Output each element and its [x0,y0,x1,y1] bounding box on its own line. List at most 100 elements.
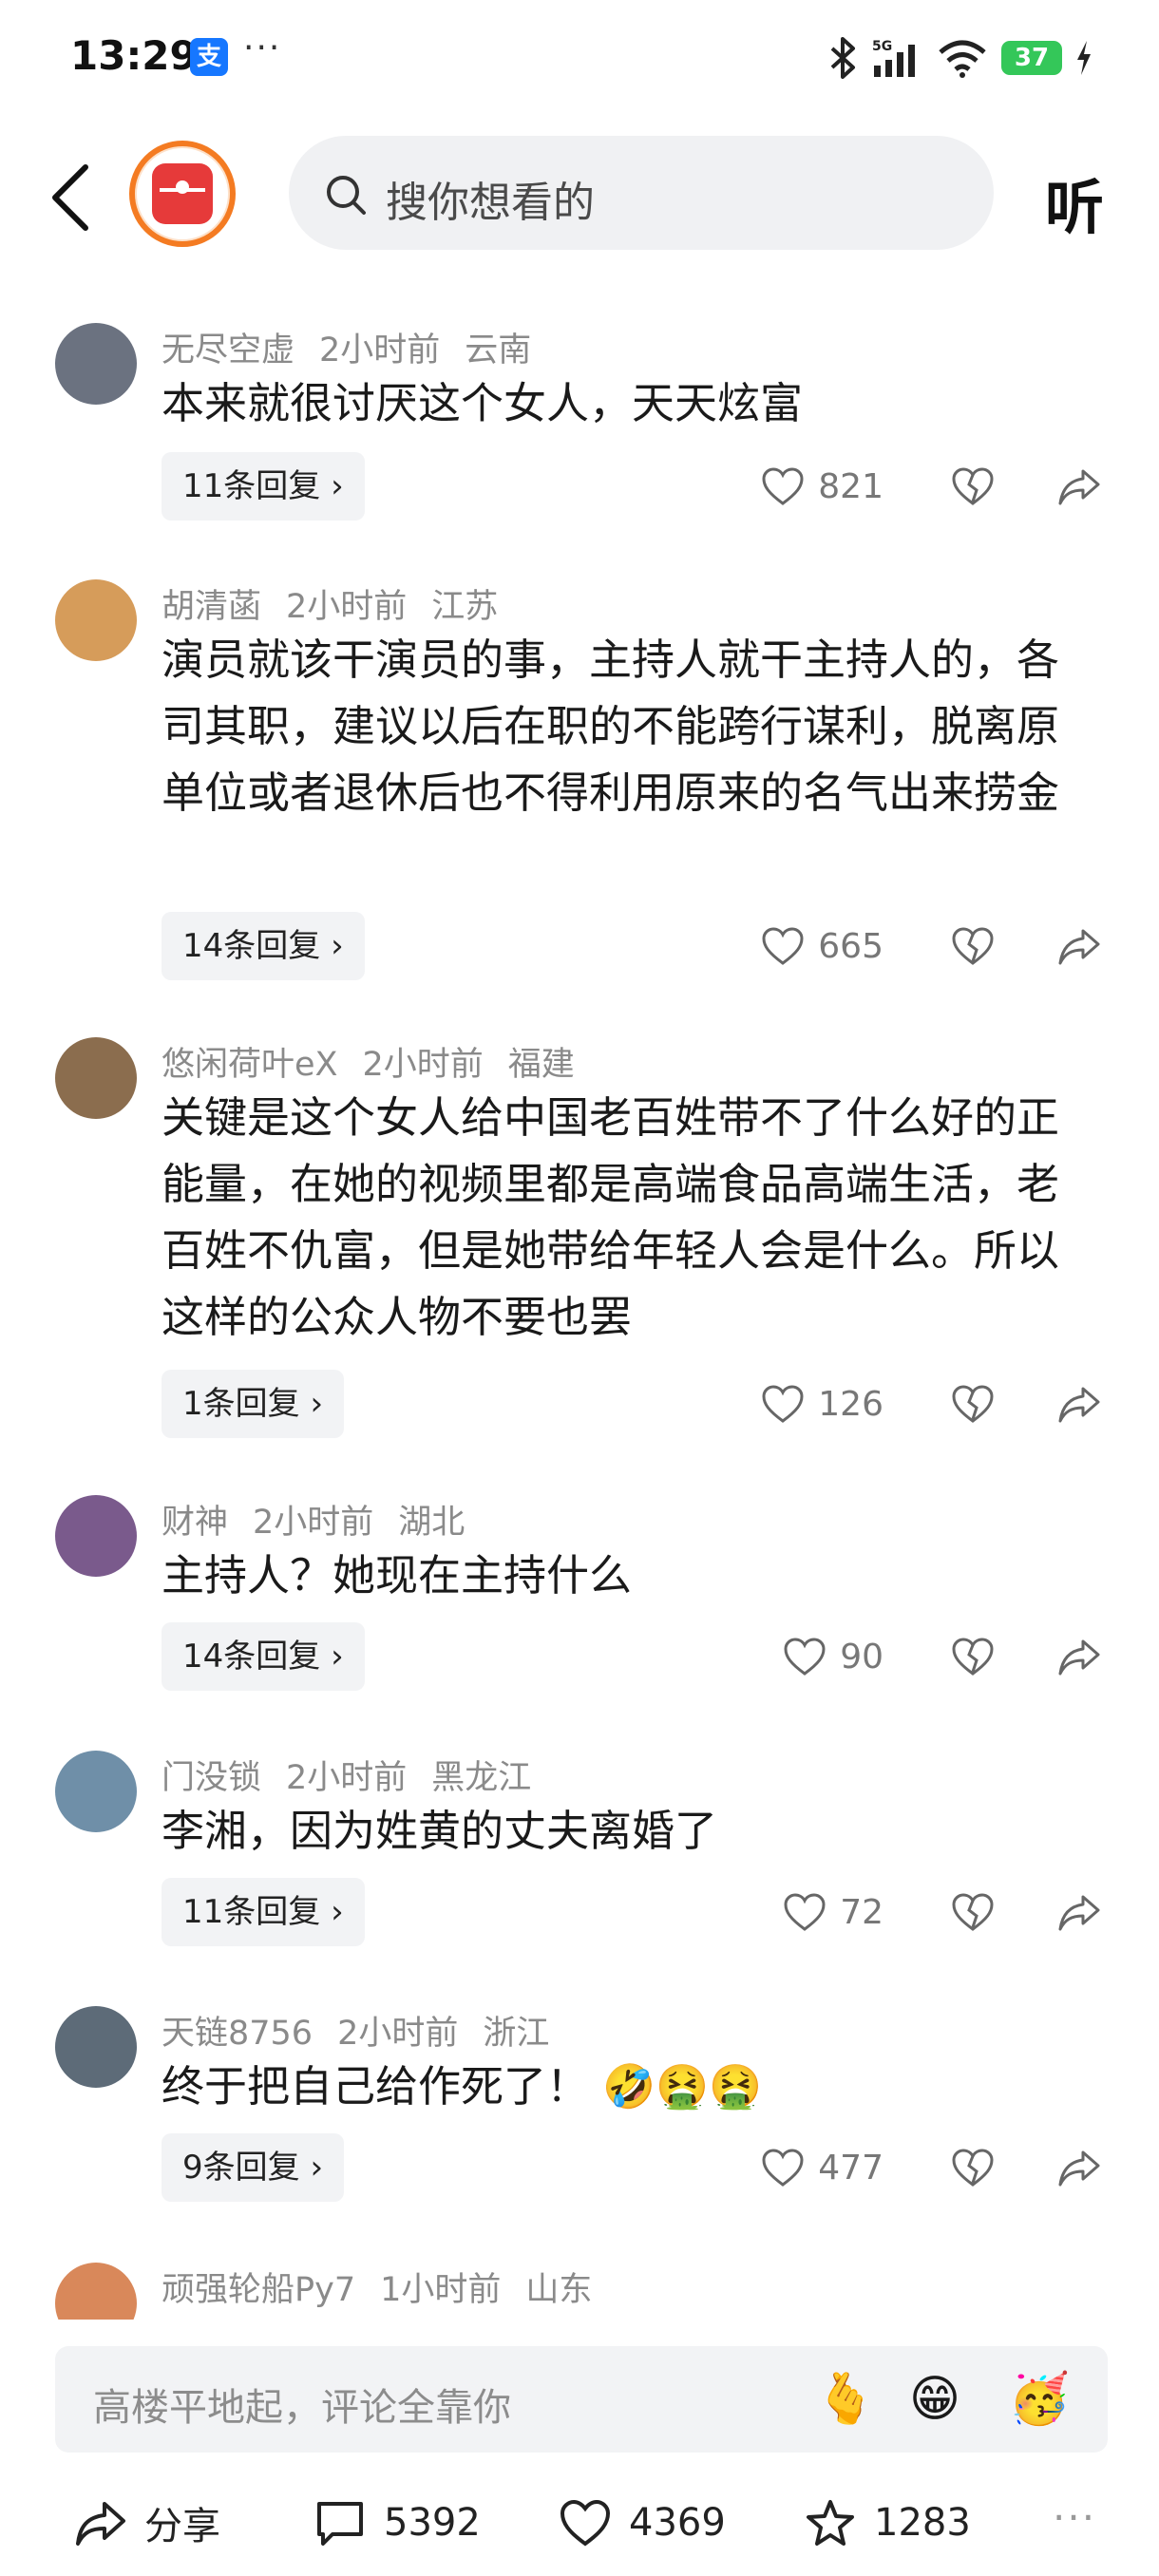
comment-actions: 821 [0,452,1159,521]
dislike-heart-icon[interactable] [950,923,996,969]
status-time: 13:29 [70,32,198,79]
comment-input[interactable]: 高楼平地起，评论全靠你 🫰 😁 🥳 [55,2346,1108,2453]
share-icon[interactable] [1056,1381,1102,1427]
comment-meta: 悠闲荷叶eX 2小时前 福建 [162,1037,599,1086]
comment-time: 2小时前 [319,331,441,369]
comment-meta: 门没锁 2小时前 黑龙江 [162,1751,556,1799]
share-icon [76,2502,125,2546]
comment-text: 关键是这个女人给中国老百姓带不了什么好的正能量，在她的视频里都是高端食品高端生活… [162,1092,1060,1342]
comment-count: 5392 [384,2501,481,2545]
comment-location: 湖北 [398,1504,466,1542]
like-button[interactable]: 821 [761,452,884,521]
comment-emojis: 🤣🤮🤮 [602,2061,763,2112]
comment-username[interactable]: 财神 [162,1504,228,1542]
like-button[interactable]: 90 [783,1622,884,1691]
share-icon[interactable] [1056,923,1102,969]
comment-text: 主持人？她现在主持什么 [162,1550,633,1601]
status-icons: 5G 37 [828,34,1092,82]
favorite-count: 1283 [874,2501,971,2545]
like-button[interactable]: 665 [761,912,884,980]
avatar[interactable] [55,2006,137,2088]
like-count: 4369 [629,2501,726,2545]
emoji-heart-hand-button[interactable]: 🫰 [813,2367,878,2432]
comment-location: 黑龙江 [431,1759,532,1797]
comment-text: 终于把自己给作死了！ 🤣🤮🤮 [162,2054,1083,2120]
like-count: 477 [818,2148,884,2188]
like-button[interactable]: 72 [783,1878,884,1946]
comments-button[interactable]: 5392 [314,2494,481,2551]
comment-meta: 天链8756 2小时前 浙江 [162,2006,574,2055]
svg-text:5G: 5G [872,39,892,54]
more-options-icon[interactable]: ··· [1053,2494,1096,2541]
dislike-heart-icon[interactable] [950,1889,996,1935]
avatar[interactable] [55,323,137,405]
comment-username[interactable]: 悠闲荷叶eX [162,1046,338,1084]
heart-icon [762,467,804,505]
listen-button[interactable]: 听 [1045,160,1104,245]
wifi-icon [937,37,988,79]
like-count: 665 [818,926,884,966]
heart-icon [762,927,804,965]
comment-time: 2小时前 [286,588,408,626]
comment-text: 演员就该干演员的事，主持人就干主持人的，各司其职，建议以后在职的不能跨行谋利，脱… [162,635,1060,818]
dislike-heart-icon[interactable] [950,1381,996,1427]
comment-username[interactable]: 胡清菡 [162,588,261,626]
share-button[interactable]: 分享 [74,2494,220,2551]
heart-icon [762,1385,804,1423]
like-button[interactable]: 126 [761,1370,884,1438]
avatar[interactable] [55,1495,137,1577]
status-bar: 13:29 支 ··· 5G 37 [0,0,1159,114]
battery-indicator: 37 [1001,41,1062,75]
heart-icon [784,1638,826,1676]
heart-icon [560,2499,611,2547]
star-icon [807,2500,854,2546]
comment-time: 2小时前 [362,1046,484,1084]
bottom-action-bar: 分享 5392 4369 1283 ··· [0,2470,1159,2576]
share-icon[interactable] [1056,1634,1102,1679]
dislike-heart-icon[interactable] [950,2145,996,2190]
like-button[interactable]: 477 [761,2133,884,2202]
comment-username[interactable]: 门没锁 [162,1759,261,1797]
like-count: 126 [818,1384,884,1424]
comment-icon [317,2502,363,2546]
search-input[interactable]: 搜你想看的 [289,136,994,250]
comment-location: 福建 [507,1046,575,1084]
avatar[interactable] [55,1751,137,1832]
app-logo-icon[interactable] [129,141,236,247]
avatar[interactable] [55,1037,137,1119]
like-count: 90 [840,1637,884,1676]
comment-actions: 477 [0,2133,1159,2202]
comment-meta: 财神 2小时前 湖北 [162,1495,489,1544]
comment-username[interactable]: 顽强轮船Py7 [162,2271,355,2309]
comment-username[interactable]: 天链8756 [162,2015,313,2053]
comment-meta: 无尽空虚 2小时前 云南 [162,323,556,371]
emoji-grin-button[interactable]: 😁 [902,2367,967,2432]
comment-time: 2小时前 [286,1759,408,1797]
like-count: 821 [818,466,884,506]
comment-item: 顽强轮船Py7 1小时前 山东 [0,2263,1159,2320]
charging-bolt-icon [1075,41,1092,75]
comment-text: 李湘，因为姓黄的丈夫离婚了 [162,1806,718,1856]
comment-meta: 胡清菡 2小时前 江苏 [162,579,522,628]
comment-location: 浙江 [483,2015,550,2053]
share-icon[interactable] [1056,1889,1102,1935]
toutiao-logo-icon [152,163,213,224]
like-count: 72 [840,1892,884,1932]
alipay-app-icon: 支 [190,38,228,76]
dislike-heart-icon[interactable] [950,1634,996,1679]
favorite-button[interactable]: 1283 [804,2494,971,2551]
like-button[interactable]: 4369 [559,2494,726,2551]
comment-actions: 665 [0,912,1159,980]
comment-time: 1小时前 [380,2271,502,2309]
heart-icon [762,2149,804,2187]
share-label: 分享 [144,2505,220,2548]
comment-text: 本来就很讨厌这个女人，天天炫富 [162,378,804,428]
comment-username[interactable]: 无尽空虚 [162,331,294,369]
avatar[interactable] [55,2263,137,2320]
back-arrow-icon[interactable] [44,160,101,236]
emoji-party-button[interactable]: 🥳 [1007,2367,1072,2432]
dislike-heart-icon[interactable] [950,464,996,509]
share-icon[interactable] [1056,2145,1102,2190]
share-icon[interactable] [1056,464,1102,509]
avatar[interactable] [55,579,137,661]
